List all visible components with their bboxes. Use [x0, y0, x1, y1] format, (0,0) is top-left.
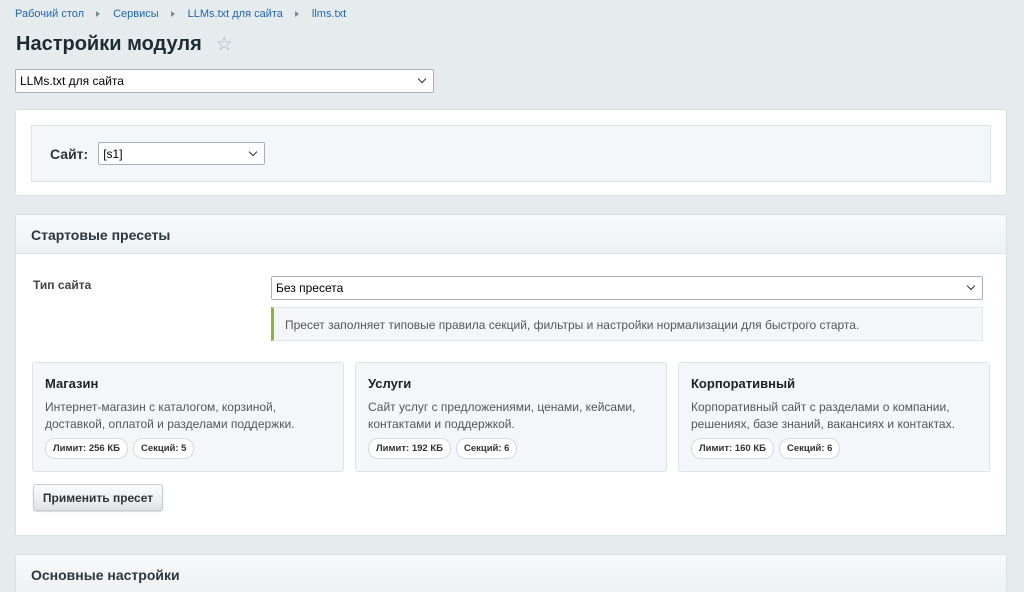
breadcrumb-separator-icon: [170, 11, 175, 17]
site-type-select[interactable]: Без пресета: [271, 276, 983, 300]
sections-badge: Секций: 5: [132, 438, 195, 459]
preset-card-description: Сайт услуг с предложениями, ценами, кейс…: [368, 400, 636, 431]
limit-badge: Лимит: 192 КБ: [368, 438, 451, 459]
site-select[interactable]: [s1]: [98, 142, 266, 165]
preset-card-corporate[interactable]: Корпоративный Корпоративный сайт с разде…: [678, 362, 990, 472]
breadcrumb-separator-icon: [96, 11, 101, 17]
apply-preset-button[interactable]: Применить пресет: [33, 484, 163, 511]
breadcrumb: Рабочий стол Сервисы LLMs.txt для сайта …: [15, 8, 346, 20]
preset-card-shop[interactable]: Магазин Интернет-магазин с каталогом, ко…: [32, 362, 344, 472]
presets-panel: Стартовые пресеты Тип сайта Без пресета …: [15, 214, 1007, 536]
breadcrumb-item-llms-txt[interactable]: llms.txt: [312, 8, 346, 20]
preset-card-services[interactable]: Услуги Сайт услуг с предложениями, ценам…: [355, 362, 667, 472]
site-type-select-value: Без пресета: [276, 281, 344, 295]
breadcrumb-item-services[interactable]: Сервисы: [113, 8, 159, 20]
preset-card-title: Корпоративный: [691, 376, 796, 391]
chevron-down-icon: [417, 74, 427, 84]
module-select-value: LLMs.txt для сайта: [20, 74, 124, 88]
star-icon[interactable]: ☆: [216, 33, 233, 56]
site-type-label: Тип сайта: [33, 278, 92, 292]
chevron-down-icon: [248, 147, 258, 156]
limit-badge: Лимит: 256 КБ: [45, 438, 128, 459]
sections-badge: Секций: 6: [455, 438, 518, 459]
preset-hint: Пресет заполняет типовые правила секций,…: [271, 307, 983, 341]
page-title-text: Настройки модуля: [16, 33, 202, 55]
chevron-down-icon: [966, 281, 976, 291]
site-select-value: [s1]: [103, 146, 123, 161]
sections-badge: Секций: 6: [778, 438, 841, 459]
preset-card-title: Услуги: [368, 376, 412, 391]
limit-badge: Лимит: 160 КБ: [691, 438, 774, 459]
breadcrumb-separator-icon: [294, 11, 299, 17]
site-panel: Сайт: [s1]: [15, 109, 1007, 196]
preset-card-description: Корпоративный сайт с разделами о компани…: [691, 400, 955, 431]
breadcrumb-item-desktop[interactable]: Рабочий стол: [15, 8, 84, 20]
preset-card-title: Магазин: [45, 376, 99, 391]
page-title: Настройки модуля ☆: [16, 33, 233, 56]
presets-header: Стартовые пресеты: [16, 215, 1006, 254]
breadcrumb-item-llms-module[interactable]: LLMs.txt для сайта: [188, 8, 283, 20]
main-settings-panel: Основные настройки: [15, 554, 1007, 592]
site-label: Сайт:: [50, 145, 89, 162]
site-selector-box: Сайт: [s1]: [31, 125, 991, 182]
preset-card-description: Интернет-магазин с каталогом, корзиной, …: [45, 400, 295, 431]
module-select[interactable]: LLMs.txt для сайта: [15, 69, 434, 93]
main-settings-header: Основные настройки: [16, 555, 1006, 592]
